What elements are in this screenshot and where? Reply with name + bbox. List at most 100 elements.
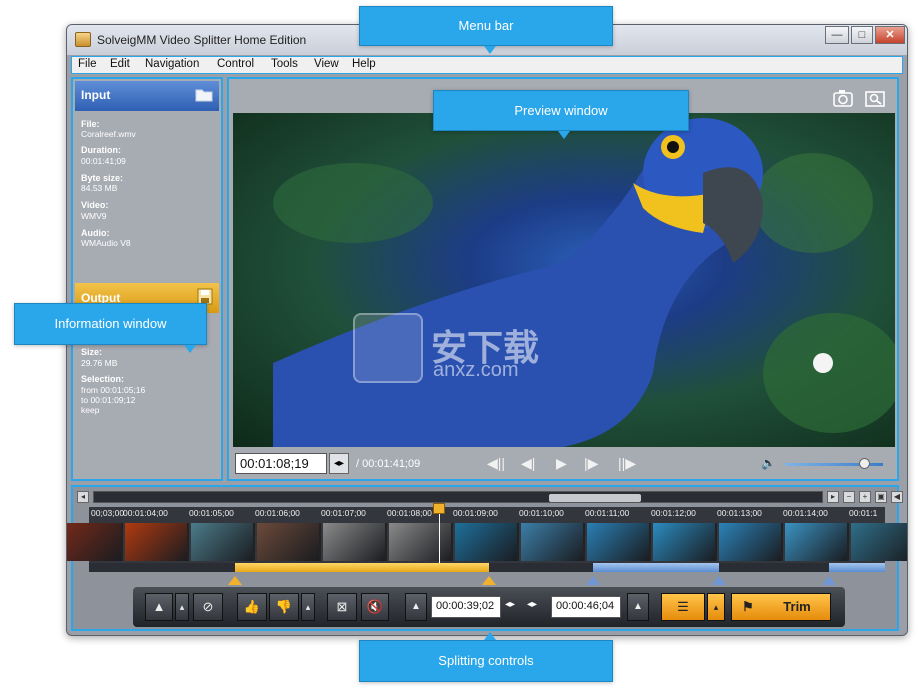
scroll-right-icon[interactable]: ▸	[827, 491, 839, 503]
callout-tail	[484, 632, 496, 640]
callout-tail	[558, 131, 570, 139]
end-marker-icon[interactable]	[482, 576, 496, 585]
info-label: Audio:	[81, 228, 110, 238]
volume-knob[interactable]	[859, 458, 870, 469]
close-button[interactable]: ✕	[875, 26, 905, 44]
marker-dropdown-icon[interactable]: ▴	[175, 593, 189, 621]
tick-label: 00:01:11;00	[585, 508, 630, 518]
menu-navigation[interactable]: Navigation	[145, 58, 199, 70]
mute-icon[interactable]: 🔇	[361, 593, 389, 621]
menu-control[interactable]: Control	[217, 58, 254, 70]
audio-view-icon[interactable]: ◀	[891, 491, 903, 503]
thumbs-up-icon[interactable]: 👍	[237, 593, 267, 621]
menu-help[interactable]: Help	[352, 58, 376, 70]
callout-tail	[484, 46, 496, 54]
zoom-in-icon[interactable]: +	[859, 491, 871, 503]
tick-label: 00:01:14;00	[783, 508, 828, 518]
maximize-button[interactable]: □	[851, 26, 873, 44]
tick-label: 00:01:10;00	[519, 508, 564, 518]
tick-label: 00:01:05;00	[189, 508, 234, 518]
start-marker-icon[interactable]	[228, 576, 242, 585]
current-time-field[interactable]: 00:01:08;19	[235, 453, 327, 474]
marker-blue-icon[interactable]	[712, 576, 726, 585]
tick-label: 00:01:07;00	[321, 508, 366, 518]
timeline-scrollbar[interactable]	[93, 491, 823, 503]
film-frame	[521, 523, 585, 561]
selection-label: Selection:	[81, 374, 125, 384]
tick-label: 00:01:08;00	[387, 508, 432, 518]
snapshot-camera-icon[interactable]	[833, 89, 853, 107]
prev-keyframe-icon[interactable]: ◀||	[487, 455, 505, 472]
trim-label: Trim	[783, 599, 811, 614]
batch-list-icon[interactable]: ☰	[661, 593, 705, 621]
timeline-ruler[interactable]: 00;03;00 00:01:04;00 00:01:05;00 00:01:0…	[67, 503, 907, 563]
film-frame	[125, 523, 189, 561]
batch-dropdown-icon[interactable]: ▴	[707, 593, 725, 621]
zoom-out-icon[interactable]: −	[843, 491, 855, 503]
tick-label: 00:01:12;00	[651, 508, 696, 518]
playhead-line	[439, 507, 440, 563]
info-label: Duration:	[81, 145, 121, 155]
toggle-segment-icon[interactable]: ⊠	[327, 593, 357, 621]
playhead-handle[interactable]	[433, 503, 445, 514]
tick-label: 00:01:06;00	[255, 508, 300, 518]
watermark-subtext: anxz.com	[433, 359, 519, 381]
segment-blue-2[interactable]	[829, 563, 885, 572]
zoom-search-icon[interactable]	[865, 89, 885, 107]
callout-information-window: Information window	[14, 303, 207, 345]
start-time-stepper-icon[interactable]: ◂▸	[505, 599, 515, 610]
film-frame	[257, 523, 321, 561]
menu-file[interactable]: File	[78, 58, 97, 70]
film-frame	[851, 523, 907, 561]
film-frame	[389, 523, 453, 561]
play-icon[interactable]: ▶	[556, 455, 567, 472]
callout-tail	[184, 345, 196, 353]
thumbs-down-icon[interactable]: 👎	[269, 593, 299, 621]
film-frame	[191, 523, 255, 561]
info-value: 84.53 MB	[81, 183, 118, 193]
start-time-field[interactable]: 00:00:39;02	[431, 596, 501, 618]
info-value: 00:01:41;09	[81, 156, 126, 166]
scroll-thumb[interactable]	[549, 494, 641, 502]
info-label: File:	[81, 119, 100, 129]
scroll-left-icon[interactable]: ◂	[77, 491, 89, 503]
volume-icon[interactable]: 🔈	[761, 456, 776, 470]
menu-edit[interactable]: Edit	[110, 58, 130, 70]
menu-tools[interactable]: Tools	[271, 58, 298, 70]
end-time-field[interactable]: 00:00:46;04	[551, 596, 621, 618]
info-label: Byte size:	[81, 173, 124, 183]
go-start-marker-icon[interactable]: ▲	[405, 593, 427, 621]
video-preview[interactable]: 安下载 anxz.com	[233, 113, 895, 447]
film-frame	[785, 523, 849, 561]
selection-from: from 00:01:05;16	[81, 385, 146, 395]
watermark-badge	[353, 313, 423, 383]
keep-dropdown-icon[interactable]: ▴	[301, 593, 315, 621]
step-forward-icon[interactable]: |▶	[584, 455, 598, 472]
tick-label: 00:01:13;00	[717, 508, 762, 518]
callout-menu-bar: Menu bar	[359, 6, 613, 46]
tick-label: 00;03;00	[91, 508, 125, 518]
go-end-marker-icon[interactable]: ▲	[627, 593, 649, 621]
film-frame	[455, 523, 519, 561]
time-stepper-icon[interactable]: ◂▸	[329, 453, 349, 474]
menu-view[interactable]: View	[314, 58, 339, 70]
film-frame	[67, 523, 123, 561]
next-keyframe-icon[interactable]: ||▶	[618, 455, 636, 472]
marker-blue-icon[interactable]	[822, 576, 836, 585]
fit-view-icon[interactable]: ▣	[875, 491, 887, 503]
trim-button[interactable]: ⚑ Trim	[731, 593, 831, 621]
film-frame	[323, 523, 387, 561]
info-value: Coralreef.wmv	[81, 129, 136, 139]
remove-marker-icon[interactable]: ⊘	[193, 593, 223, 621]
step-back-icon[interactable]: ◀|	[521, 455, 535, 472]
marker-blue-icon[interactable]	[586, 576, 600, 585]
selection-to: to 00:01:09;12	[81, 395, 136, 405]
selection-keep: keep	[81, 405, 100, 415]
end-time-stepper-icon[interactable]: ◂▸	[527, 599, 537, 610]
folder-icon[interactable]	[195, 87, 213, 102]
minimize-button[interactable]: —	[825, 26, 849, 44]
segment-blue-1[interactable]	[593, 563, 719, 572]
selected-segment[interactable]	[235, 563, 489, 572]
size-label: Size:	[81, 347, 103, 357]
set-marker-icon[interactable]: ▲	[145, 593, 173, 621]
